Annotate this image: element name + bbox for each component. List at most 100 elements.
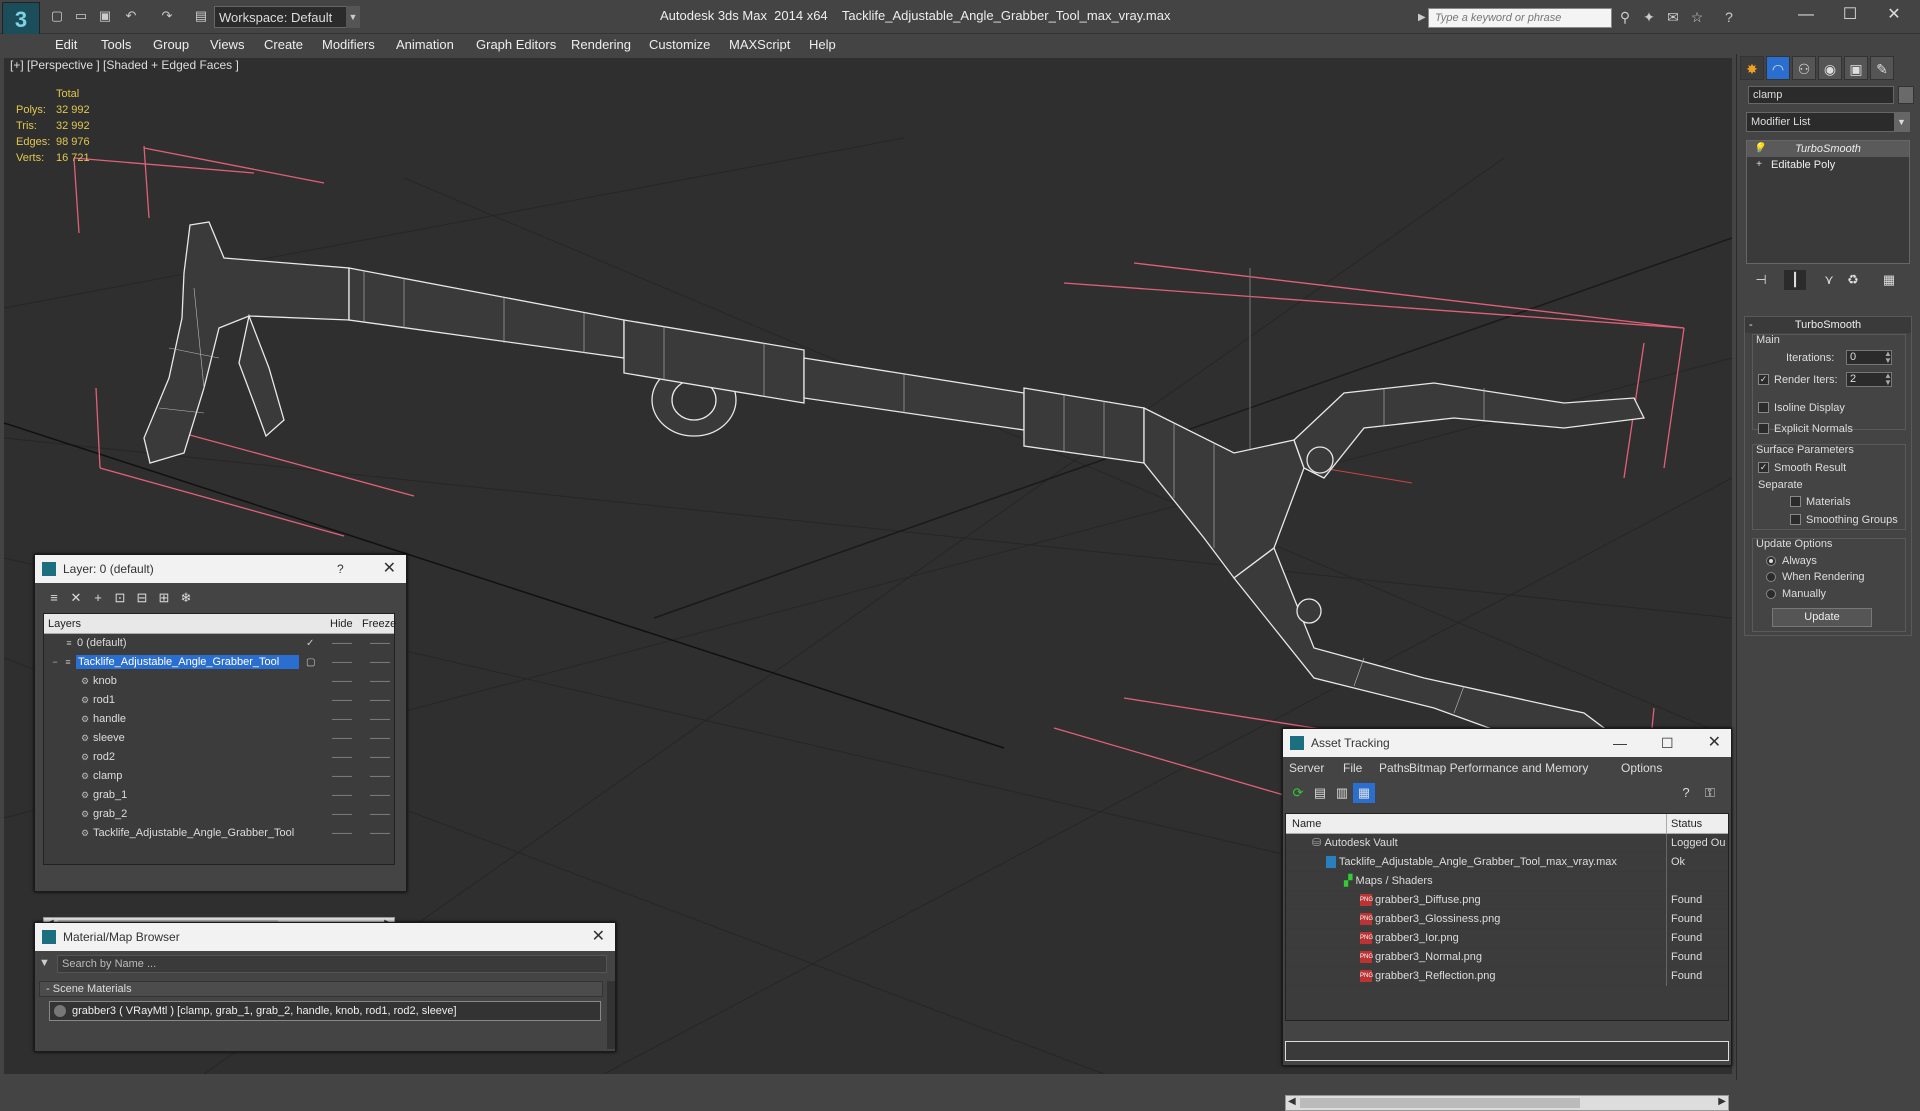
asset-row[interactable]: PNG grabber3_Ior.png Found [1286,929,1728,948]
hide-all-icon[interactable]: ⊞ [153,588,175,608]
object-row[interactable]: ⚙ knob —— —— [44,672,394,691]
delete-layer-icon[interactable]: ✕ [65,588,87,608]
subscription-icon[interactable]: ✦ [1640,8,1658,26]
object-row[interactable]: ⚙ grab_2 —— —— [44,805,394,824]
layer-row-selected[interactable]: − ≡ Tacklife_Adjustable_Angle_Grabber_Tool… [44,653,394,672]
rod1-mesh[interactable] [348,267,625,359]
freeze-toggle[interactable]: —— [370,786,390,805]
material-search-input[interactable]: Search by Name ... [57,955,607,973]
scrollbar-thumb[interactable] [1300,1098,1580,1108]
menu-help[interactable]: Help [809,34,836,56]
asset-row[interactable]: PNG grabber3_Normal.png Found [1286,948,1728,967]
freeze-toggle[interactable]: —— [370,653,390,672]
open-file-icon[interactable]: ▭ [72,8,90,24]
object-row[interactable]: ⚙ sleeve —— —— [44,729,394,748]
collapse-icon[interactable]: - [1749,317,1753,333]
render-iters-checkbox[interactable]: ✓ [1758,374,1769,385]
menu-animation[interactable]: Animation [396,34,454,56]
viewport-label[interactable]: [+] [Perspective ] [Shaded + Edged Faces… [10,58,239,72]
collapse-icon[interactable]: − [50,657,60,667]
search-input[interactable]: Type a keyword or phrase [1428,8,1612,28]
freeze-toggle[interactable]: —— [370,691,390,710]
object-row[interactable]: ⚙ rod2 —— —— [44,748,394,767]
expand-plus-icon[interactable]: + [1753,159,1765,171]
hide-toggle[interactable]: —— [332,691,352,710]
hide-toggle[interactable]: —— [332,653,352,672]
freeze-toggle[interactable]: —— [370,824,390,843]
asset-row[interactable]: PNG grabber3_Diffuse.png Found [1286,891,1728,910]
freeze-toggle[interactable]: —— [370,805,390,824]
when-rendering-radio[interactable] [1766,572,1776,582]
menu-group[interactable]: Group [153,34,189,56]
help-icon[interactable]: ? [1675,783,1697,803]
layer-dialog-titlebar[interactable]: Layer: 0 (default)? ✕ [35,555,406,583]
list-view-icon[interactable]: ▤ [1309,783,1331,803]
expand-search-icon[interactable]: ▶ [1418,8,1428,28]
asset-row[interactable]: ▞ Maps / Shaders [1286,872,1728,891]
object-row[interactable]: ⚙ handle —— —— [44,710,394,729]
rollout-header[interactable]: - TurboSmooth [1745,317,1911,333]
menu-graph-editors[interactable]: Graph Editors [476,34,556,56]
vault-help-icon[interactable]: ⚿ [1699,783,1721,803]
freeze-toggle[interactable]: —— [370,672,390,691]
spinner-arrows-icon[interactable]: ▲ ▼ [1884,350,1892,365]
object-row[interactable]: ⚙ rod1 —— —— [44,691,394,710]
save-icon[interactable]: ▣ [96,8,114,24]
hide-toggle[interactable]: —— [332,767,352,786]
col-hide[interactable]: Hide [330,614,353,634]
redo-icon[interactable]: ↷ [158,8,176,24]
hide-toggle[interactable]: —— [332,672,352,691]
col-freeze[interactable]: Freeze [362,614,396,634]
undo-icon[interactable]: ↶ [122,8,140,24]
close-icon[interactable]: ✕ [1708,729,1721,757]
menu-edit[interactable]: Edit [55,34,77,56]
close-button[interactable]: ✕ [1874,4,1914,26]
help-icon[interactable]: ? [1720,8,1738,26]
menu-create[interactable]: Create [264,34,303,56]
highlight-layer-icon[interactable]: ⊟ [131,588,153,608]
chevron-down-icon[interactable]: ▼ [346,6,360,28]
scroll-left-icon[interactable]: ◀ [1288,1096,1296,1107]
clamp-mesh[interactable] [1143,406,1305,579]
smooth-result-checkbox[interactable]: ✓ [1758,462,1769,473]
create-tab-icon[interactable]: ✸ [1740,56,1764,80]
spinner-arrows-icon[interactable]: ▲ ▼ [1884,372,1892,387]
menu-server[interactable]: Server [1289,757,1324,779]
always-radio[interactable] [1766,556,1776,566]
remove-modifier-icon[interactable]: ♻ [1842,270,1864,290]
asset-row[interactable]: PNG grabber3_Glossiness.png Found [1286,910,1728,929]
configure-sets-icon[interactable]: ▦ [1878,270,1900,290]
favorites-star-icon[interactable]: ☆ [1688,8,1706,26]
asset-row[interactable]: PNG grabber3_Reflection.png Found [1286,967,1728,986]
menu-modifiers[interactable]: Modifiers [322,34,375,56]
new-file-icon[interactable]: ▢ [48,8,66,24]
manually-radio[interactable] [1766,589,1776,599]
menu-tools[interactable]: Tools [101,34,131,56]
help-icon[interactable]: ? [337,555,344,583]
scroll-right-icon[interactable]: ▶ [1718,1096,1726,1107]
menu-options[interactable]: Options [1621,757,1662,779]
modifier-list-dropdown[interactable]: Modifier List [1746,112,1910,132]
binoculars-icon[interactable]: ⚲ [1616,8,1634,26]
col-status[interactable]: Status [1666,814,1702,834]
chevron-down-icon[interactable]: ▼ [1894,113,1909,131]
object-color-swatch[interactable] [1898,86,1914,104]
material-item[interactable]: grabber3 ( VRayMtl ) [clamp, grab_1, gra… [49,1001,601,1021]
hide-toggle[interactable]: —— [332,710,352,729]
layer-row[interactable]: ≡ 0 (default) ✓ —— —— [44,634,394,653]
utilities-tab-icon[interactable]: ✎ [1870,56,1894,80]
explicit-normals-checkbox[interactable] [1758,423,1769,434]
trigger-mesh[interactable] [238,313,285,438]
maximize-button[interactable]: ☐ [1830,4,1870,26]
menu-rendering[interactable]: Rendering [571,34,631,56]
material-browser-titlebar[interactable]: Material/Map Browser ✕ [35,923,615,951]
pin-stack-icon[interactable]: ⊣ [1750,270,1772,290]
hide-toggle[interactable]: —— [332,824,352,843]
vertical-scrollbar[interactable] [607,981,615,1049]
menu-triangle-icon[interactable]: ▼ [39,957,55,973]
refresh-icon[interactable]: ⟳ [1287,783,1309,803]
hide-toggle[interactable]: —— [332,729,352,748]
project-folder-icon[interactable]: ▤ [192,8,210,24]
menu-paths[interactable]: Paths [1379,757,1410,779]
asset-table-scrollbar[interactable]: ◀ ▶ [1285,1095,1729,1111]
